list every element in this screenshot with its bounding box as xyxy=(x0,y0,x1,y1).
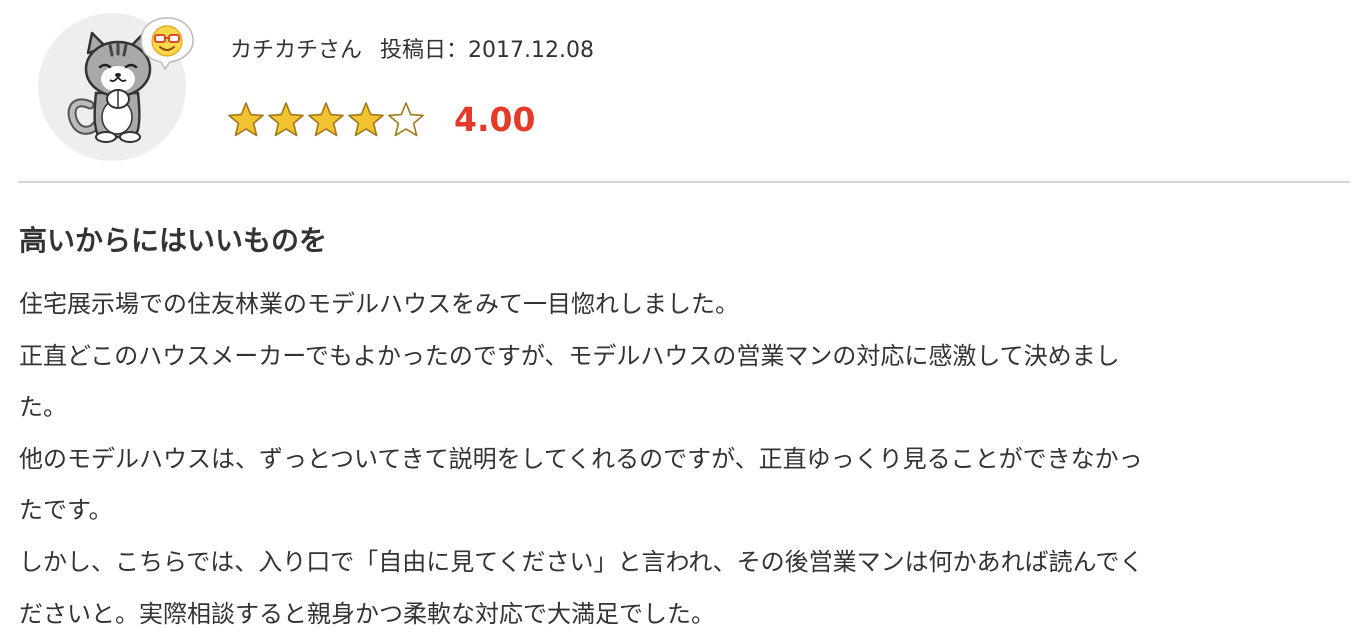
review-text-line: 住宅展示場での住友林業のモデルハウスをみて一目惚れしました。 xyxy=(19,290,739,318)
review-text-line: しかし、こちらでは、入り口で「自由に見てください」と言われ、その後営業マンは何か… xyxy=(19,547,1144,576)
star-filled-icon xyxy=(228,102,264,137)
review-text-line: 正直どこのハウスメーカーでもよかったのですが、モデルハウスの営業マンの対応に感激… xyxy=(19,341,1120,370)
review-body: 住宅展示場での住友林業のモデルハウスをみて一目惚れしました。正直どこのハウスメー… xyxy=(19,279,1339,640)
review-header: カチカチさん 投稿日：2017.12.08 4.00 xyxy=(0,0,1364,182)
star-filled-icon xyxy=(268,102,304,137)
star-rating xyxy=(226,101,426,139)
review-text-line: 他のモデルハウスは、ずっとついてきて説明をしてくれるのですが、正直ゆっくり見るこ… xyxy=(19,444,1143,473)
star-filled-icon xyxy=(348,102,384,137)
rating: 4.00 xyxy=(226,98,535,142)
review-text-line: た。 xyxy=(19,393,67,422)
rating-value: 4.00 xyxy=(454,100,536,139)
divider xyxy=(18,181,1350,183)
review-text-line: ださいと。実際相談すると親身かつ柔軟な対応で大満足でした。 xyxy=(19,599,715,628)
star-filled-icon xyxy=(308,102,344,137)
star-empty-icon xyxy=(388,102,424,137)
smiley-glasses-icon xyxy=(140,17,194,70)
review-text-line: たです。 xyxy=(19,496,113,525)
post-date: 投稿日：2017.12.08 xyxy=(380,38,594,63)
reviewer-name[interactable]: カチカチさん xyxy=(230,38,362,63)
review-title: 高いからにはいいものを xyxy=(19,224,328,257)
review-meta: カチカチさん 投稿日：2017.12.08 xyxy=(230,34,594,68)
